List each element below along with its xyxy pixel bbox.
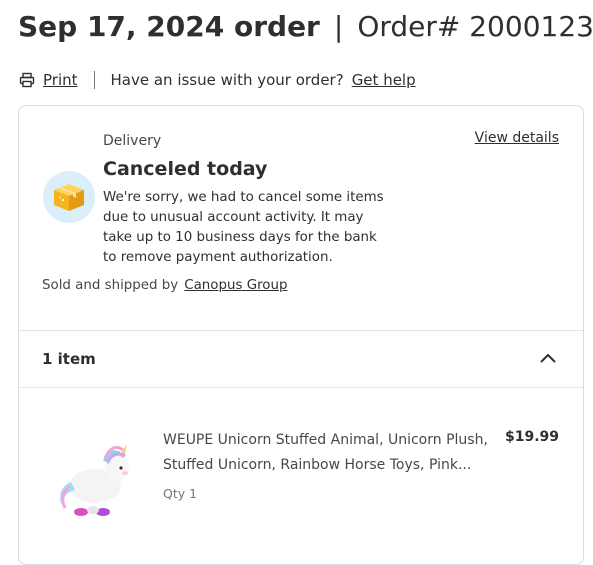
view-details-link[interactable]: View details (475, 130, 559, 146)
package-box-icon (43, 171, 95, 223)
order-date-title: Sep 17, 2024 order (18, 10, 320, 43)
fulfillment-type-label: Delivery (103, 133, 162, 149)
title-separator: | (333, 10, 344, 43)
order-number: Order# 2000123-09 (357, 10, 593, 43)
action-divider (93, 71, 95, 89)
cancellation-message: We're sorry, we had to cancel some items… (103, 190, 384, 265)
issue-prompt: Have an issue with your order? (110, 71, 344, 89)
item-count: 1 item (42, 350, 96, 368)
chevron-up-icon[interactable] (539, 351, 557, 365)
product-title[interactable]: WEUPE Unicorn Stuffed Animal, Unicorn Pl… (163, 428, 498, 478)
page-title: Sep 17, 2024 order | Order# 2000123-09 (18, 10, 593, 50)
product-quantity: Qty 1 (163, 486, 198, 501)
print-link[interactable]: Print (43, 71, 78, 89)
section-divider (19, 387, 583, 388)
printer-icon[interactable] (19, 72, 35, 88)
seller-link[interactable]: Canopus Group (184, 278, 287, 293)
get-help-link[interactable]: Get help (352, 71, 416, 89)
order-actions: Print Have an issue with your order? Get… (19, 69, 416, 91)
product-price: $19.99 (504, 429, 559, 445)
seller-info: Sold and shipped by Canopus Group (42, 278, 287, 293)
product-image[interactable] (51, 438, 137, 520)
items-section-header[interactable]: 1 item (19, 331, 583, 387)
order-card: Delivery View details Canceled today We'… (18, 105, 584, 565)
order-status: Canceled today (103, 158, 268, 180)
sold-by-label: Sold and shipped by (42, 278, 179, 293)
